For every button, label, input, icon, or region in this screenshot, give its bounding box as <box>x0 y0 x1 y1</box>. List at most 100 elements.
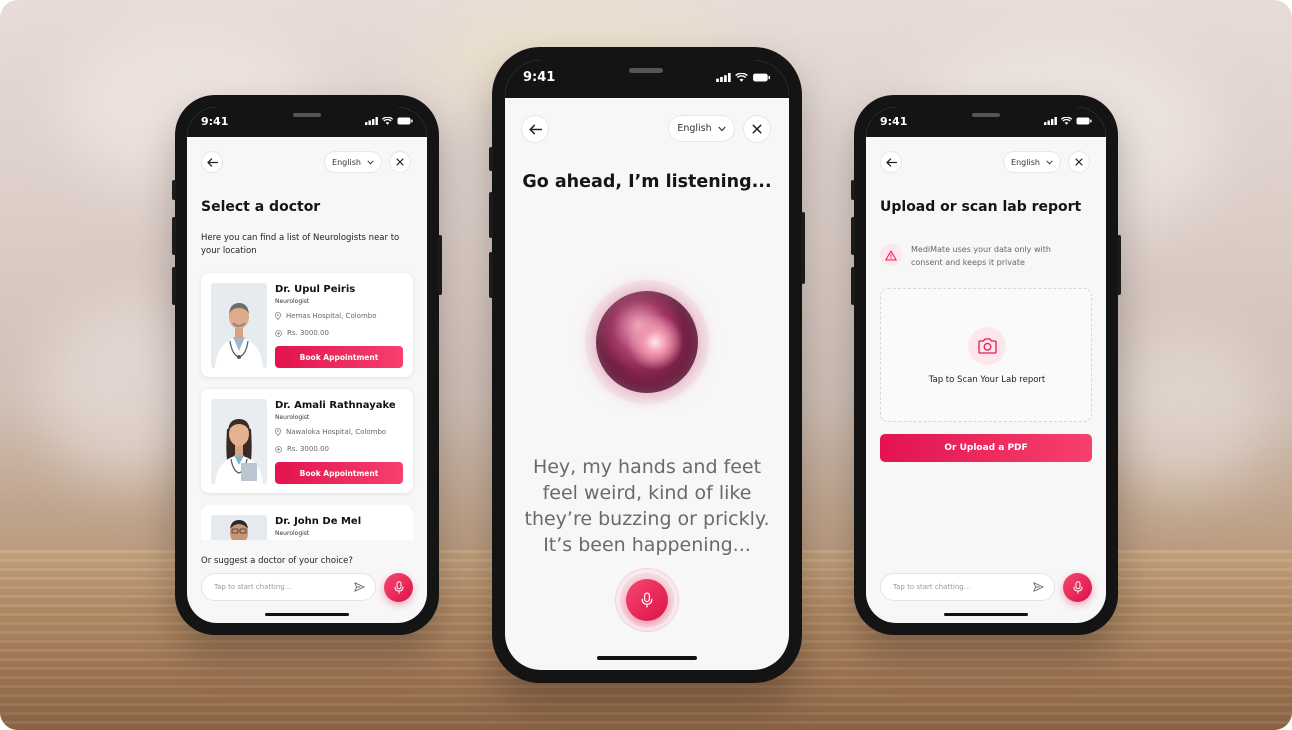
left-screen: 9:41 English Select a doctor Here you ca… <box>187 107 427 623</box>
privacy-line: consent and keeps it private <box>911 258 1025 267</box>
status-icons <box>1044 117 1092 125</box>
transcript-line: feel weird, kind of like <box>542 482 752 504</box>
doctor-fee: Rs. 3000.00 <box>275 329 329 337</box>
battery-icon <box>753 73 771 82</box>
voice-orb <box>596 291 698 393</box>
scene-background: 9:41 English Select a doctor Here you ca… <box>0 0 1292 730</box>
doctor-fee-text: Rs. 3000.00 <box>287 445 329 453</box>
status-time: 9:41 <box>880 115 908 128</box>
language-select[interactable]: English <box>324 151 382 173</box>
wifi-icon <box>1061 117 1072 125</box>
back-button[interactable] <box>201 151 223 173</box>
home-indicator <box>597 656 697 660</box>
left-phone: 9:41 English Select a doctor Here you ca… <box>172 95 442 635</box>
speaker <box>293 113 321 117</box>
close-button[interactable] <box>743 115 771 143</box>
side-button <box>438 235 442 295</box>
chevron-down-icon <box>1046 159 1053 165</box>
side-button <box>851 267 855 305</box>
speaker <box>629 68 663 73</box>
chat-input[interactable]: Tap to start chatting... <box>201 573 376 601</box>
microphone-icon <box>394 581 403 594</box>
close-icon <box>396 158 404 166</box>
side-button <box>489 147 493 171</box>
chat-input[interactable]: Tap to start chatting... <box>880 573 1055 601</box>
upload-pdf-button[interactable]: Or Upload a PDF <box>880 434 1092 462</box>
scan-label: Tap to Scan Your Lab report <box>928 375 1046 385</box>
doctor-card[interactable]: Dr. Upul Peiris Neurologist Hemas Hospit… <box>201 273 413 377</box>
microphone-icon <box>1073 581 1082 594</box>
back-button[interactable] <box>880 151 902 173</box>
bokeh-light <box>1100 330 1270 490</box>
language-select[interactable]: English <box>1003 151 1061 173</box>
doctor-hospital-text: Hemas Hospital, Colombo <box>286 312 377 320</box>
battery-icon <box>1076 117 1092 125</box>
language-select[interactable]: English <box>668 115 735 142</box>
suggest-doctor-text[interactable]: Or suggest a doctor of your choice? <box>201 556 353 566</box>
chevron-down-icon <box>718 126 726 131</box>
side-button <box>489 192 493 238</box>
warning-icon <box>885 250 897 260</box>
microphone-button[interactable] <box>1063 573 1092 602</box>
status-icons <box>365 117 413 125</box>
signal-icon <box>716 73 731 82</box>
coin-icon <box>275 445 282 453</box>
microphone-icon <box>641 592 653 608</box>
doctor-hospital: Hemas Hospital, Colombo <box>275 312 377 320</box>
home-indicator <box>265 613 349 616</box>
send-icon[interactable] <box>354 582 365 592</box>
speaker <box>972 113 1000 117</box>
battery-icon <box>397 117 413 125</box>
side-button <box>801 212 805 284</box>
doctor-avatar <box>211 399 267 484</box>
location-pin-icon <box>275 312 281 320</box>
language-label: English <box>332 157 361 167</box>
center-phone: 9:41 English Go ahead, I’m listening... <box>489 47 805 683</box>
transcript-line: It’s been happening... <box>543 534 751 556</box>
side-button <box>172 180 176 200</box>
voice-transcript: Hey, my hands and feet feel weird, kind … <box>505 454 789 558</box>
close-icon <box>752 124 762 134</box>
side-button <box>851 217 855 255</box>
location-pin-icon <box>275 428 281 436</box>
book-appointment-button[interactable]: Book Appointment <box>275 462 403 484</box>
chat-input-placeholder: Tap to start chatting... <box>893 583 971 591</box>
doctor-avatar <box>211 283 267 368</box>
side-button <box>1117 235 1121 295</box>
doctor-name: Dr. Upul Peiris <box>275 284 356 295</box>
close-button[interactable] <box>389 151 411 173</box>
scan-lab-report-area[interactable]: Tap to Scan Your Lab report <box>880 288 1092 422</box>
transcript-line: Hey, my hands and feet <box>532 456 762 478</box>
microphone-button[interactable] <box>384 573 413 602</box>
doctor-specialty: Neurologist <box>275 530 310 537</box>
microphone-button[interactable] <box>626 579 668 621</box>
doctor-name: Dr. John De Mel <box>275 516 362 527</box>
notch <box>245 107 369 127</box>
right-phone: 9:41 English Upload or scan lab report M… <box>851 95 1121 635</box>
send-icon[interactable] <box>1033 582 1044 592</box>
doctor-fee: Rs. 3000.00 <box>275 445 329 453</box>
doctor-specialty: Neurologist <box>275 298 310 305</box>
chat-input-placeholder: Tap to start chatting... <box>214 583 292 591</box>
doctor-specialty: Neurologist <box>275 414 310 421</box>
privacy-notice: MediMate uses your data only with consen… <box>911 243 1051 269</box>
back-button[interactable] <box>521 115 549 143</box>
listening-heading: Go ahead, I’m listening... <box>522 172 772 192</box>
privacy-line: MediMate uses your data only with <box>911 245 1051 254</box>
status-icons <box>716 73 771 82</box>
doctor-card[interactable]: Dr. Amali Rathnayake Neurologist Nawalok… <box>201 389 413 493</box>
language-label: English <box>677 123 712 134</box>
doctor-card[interactable]: Dr. John De Mel Neurologist <box>201 505 413 540</box>
wifi-icon <box>382 117 393 125</box>
back-arrow-icon <box>206 157 218 167</box>
side-button <box>851 180 855 200</box>
close-button[interactable] <box>1068 151 1090 173</box>
page-subtitle: Here you can find a list of Neurologists… <box>201 233 400 256</box>
book-appointment-button[interactable]: Book Appointment <box>275 346 403 368</box>
close-icon <box>1075 158 1083 166</box>
side-button <box>489 252 493 298</box>
chevron-down-icon <box>367 159 374 165</box>
language-label: English <box>1011 157 1040 167</box>
notch <box>924 107 1048 127</box>
coin-icon <box>275 329 282 337</box>
